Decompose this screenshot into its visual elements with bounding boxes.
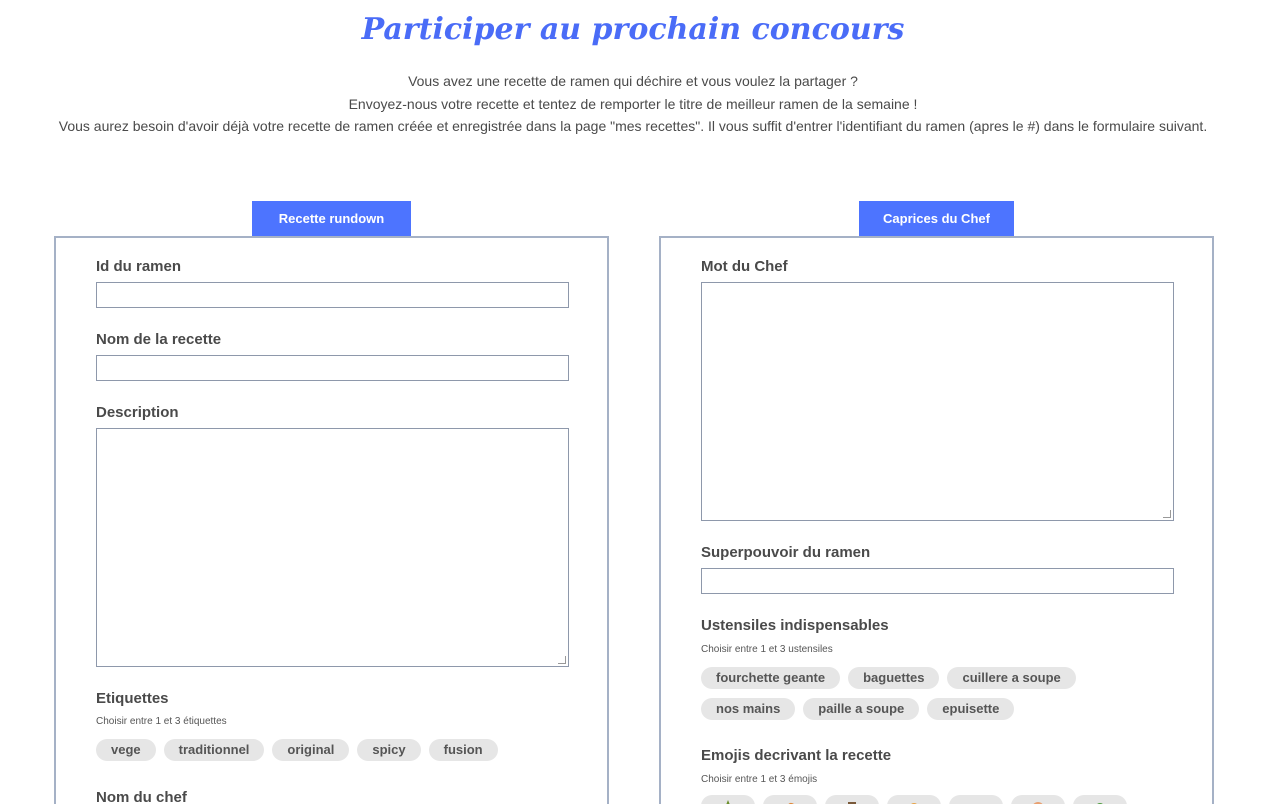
resize-handle-icon[interactable] — [558, 656, 566, 664]
recipe-name-input[interactable] — [96, 355, 569, 381]
intro-text: Vous avez une recette de ramen qui déchi… — [40, 70, 1226, 138]
tools-label: Ustensiles indispensables — [701, 617, 889, 634]
tool-chip[interactable]: nos mains — [701, 698, 796, 720]
tags-label: Etiquettes — [96, 690, 169, 707]
page-title: Participer au prochain concours — [361, 12, 905, 47]
tag-chip[interactable]: spicy — [357, 739, 421, 761]
tool-chip[interactable]: fourchette geante — [701, 667, 841, 689]
superpower-input[interactable] — [701, 568, 1174, 594]
chef-caprices-panel: Mot du Chef Superpouvoir du ramen Ustens… — [659, 236, 1214, 804]
tool-chip[interactable]: baguettes — [848, 667, 940, 689]
tags-hint: Choisir entre 1 et 3 étiquettes — [96, 716, 227, 727]
description-textarea[interactable] — [96, 428, 569, 667]
emoji-chip-group — [701, 795, 1127, 804]
tab-recette-rundown[interactable]: Recette rundown — [252, 201, 411, 237]
tool-chip[interactable]: epuisette — [927, 698, 1015, 720]
intro-line: Vous avez une recette de ramen qui déchi… — [408, 73, 858, 89]
superpower-label: Superpouvoir du ramen — [701, 544, 871, 561]
tag-chip[interactable]: original — [272, 739, 350, 761]
tag-chip[interactable]: vege — [96, 739, 156, 761]
chef-name-label: Nom du chef — [96, 789, 187, 804]
tools-chip-group: nos mains paille a soupe epuisette — [701, 698, 1015, 720]
fish-emoji-icon[interactable] — [949, 795, 1003, 804]
emoji-hint: Choisir entre 1 et 3 émojis — [701, 774, 818, 785]
chili-emoji-icon[interactable] — [701, 795, 755, 804]
resize-handle-icon[interactable] — [1163, 510, 1171, 518]
tool-chip[interactable]: cuillere a soupe — [947, 667, 1076, 689]
shrimp-emoji-icon[interactable] — [763, 795, 817, 804]
tools-chip-group: fourchette geante baguettes cuillere a s… — [701, 667, 1076, 689]
recipe-name-label: Nom de la recette — [96, 331, 222, 348]
description-label: Description — [96, 404, 179, 421]
face-emoji-icon[interactable] — [1011, 795, 1065, 804]
chef-word-textarea[interactable] — [701, 282, 1174, 521]
ramen-id-input[interactable] — [96, 282, 569, 308]
emoji-label: Emojis decrivant la recette — [701, 747, 892, 764]
chef-word-label: Mot du Chef — [701, 258, 788, 275]
tag-chip[interactable]: fusion — [428, 739, 498, 761]
recipe-rundown-panel: Id du ramen Nom de la recette Descriptio… — [54, 236, 609, 804]
intro-line: Vous aurez besoin d'avoir déjà votre rec… — [58, 118, 1208, 134]
tools-hint: Choisir entre 1 et 3 ustensiles — [701, 644, 833, 655]
tags-chip-group: vege traditionnel original spicy fusion — [96, 739, 498, 761]
tab-caprices-du-chef[interactable]: Caprices du Chef — [859, 201, 1014, 237]
egg-emoji-icon[interactable] — [887, 795, 941, 804]
leaf-emoji-icon[interactable] — [1073, 795, 1127, 804]
flag-emoji-icon[interactable] — [825, 795, 879, 804]
intro-line: Envoyez-nous votre recette et tentez de … — [348, 95, 918, 112]
tag-chip[interactable]: traditionnel — [163, 739, 265, 761]
id-label: Id du ramen — [96, 258, 182, 275]
tool-chip[interactable]: paille a soupe — [803, 698, 920, 720]
